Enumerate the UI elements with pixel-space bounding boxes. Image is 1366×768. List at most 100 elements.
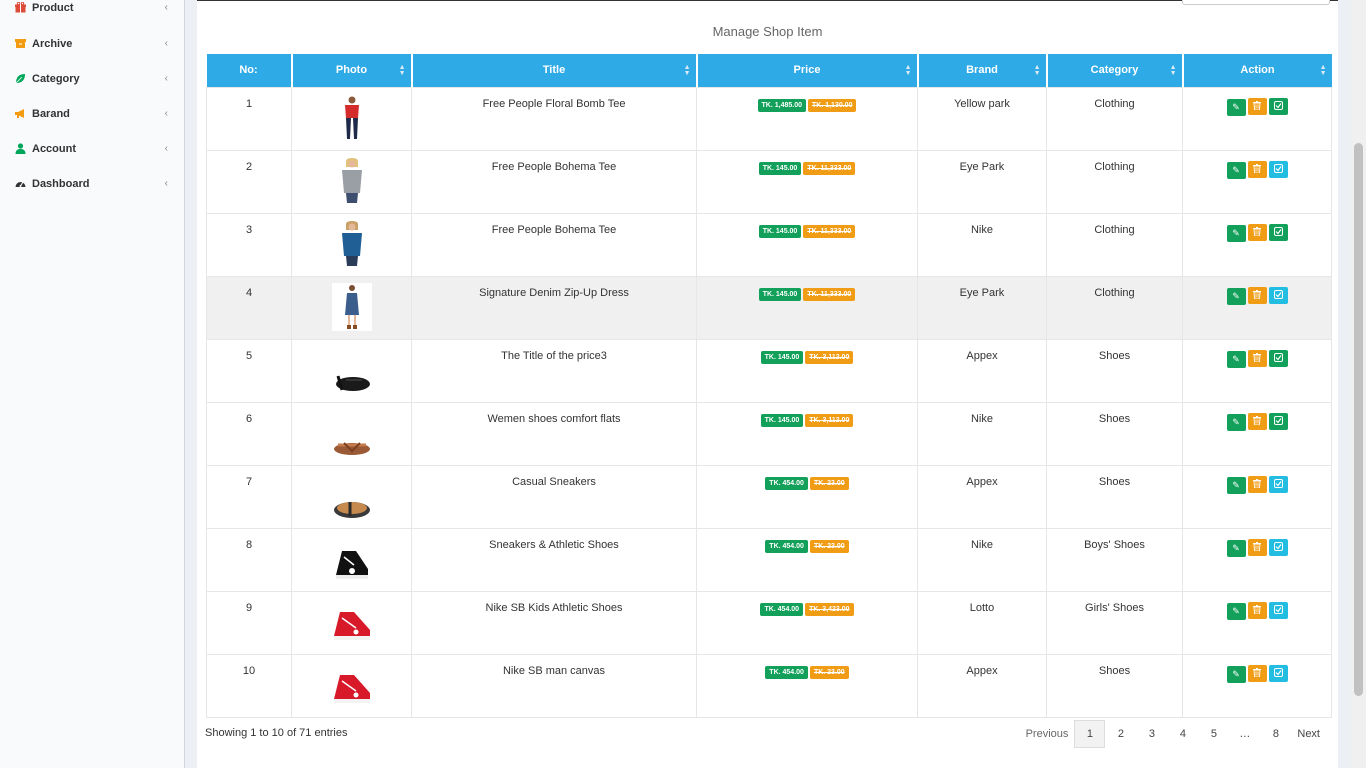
cell-photo [291, 338, 412, 403]
vertical-scrollbar[interactable] [1351, 0, 1366, 768]
delete-button[interactable] [1247, 412, 1267, 430]
column-header-brand[interactable]: Brand ▲ ▼ [917, 54, 1048, 87]
approve-button[interactable] [1268, 601, 1288, 619]
pagination: Previous 1 2 3 4 5 … 8 Next [1020, 720, 1326, 748]
page-button-5[interactable]: 5 [1198, 720, 1229, 748]
cell-title: The Title of the price3 [411, 338, 697, 403]
sidebar-item-label: Account [32, 142, 76, 155]
cell-photo [291, 401, 412, 466]
pencil-icon: ✎ [1232, 353, 1240, 364]
delete-button[interactable] [1247, 97, 1267, 115]
sidebar-item-account[interactable]: Account ‹ [0, 131, 184, 166]
cell-brand: Nike [917, 212, 1047, 277]
delete-button[interactable] [1247, 601, 1267, 619]
edit-button[interactable]: ✎ [1226, 413, 1246, 431]
column-header-no[interactable]: No: [206, 54, 293, 87]
old-price-badge: TK. 3,112.00 [805, 413, 854, 427]
edit-button[interactable]: ✎ [1226, 287, 1246, 305]
check-square-icon [1273, 352, 1283, 364]
column-header-action[interactable]: Action ▲ ▼ [1182, 54, 1332, 87]
cell-photo [291, 464, 412, 529]
sort-icon: ▲ ▼ [1319, 64, 1327, 77]
approve-button[interactable] [1268, 475, 1288, 493]
sidebar-item-product[interactable]: Product ‹ [0, 0, 184, 25]
approve-button[interactable] [1268, 538, 1288, 556]
sidebar-item-category[interactable]: Category ‹ [0, 61, 184, 96]
cell-no: 10 [206, 653, 292, 718]
delete-button[interactable] [1247, 538, 1267, 556]
sidebar-item-dashboard[interactable]: Dashboard ‹ [0, 166, 184, 201]
old-price-badge: TK. 23.00 [809, 539, 849, 553]
next-page-button[interactable]: Next [1291, 720, 1326, 748]
edit-button[interactable]: ✎ [1226, 476, 1246, 494]
trash-icon [1253, 289, 1261, 301]
bullhorn-icon [14, 108, 26, 120]
scrollbar-thumb[interactable] [1354, 143, 1363, 696]
page-button-4[interactable]: 4 [1167, 720, 1198, 748]
delete-button[interactable] [1247, 160, 1267, 178]
edit-button[interactable]: ✎ [1226, 161, 1246, 179]
check-square-icon [1273, 163, 1283, 175]
gift-icon [14, 2, 26, 14]
page-button-1[interactable]: 1 [1074, 720, 1106, 748]
cell-brand: Eye Park [917, 149, 1047, 214]
approve-button[interactable] [1268, 412, 1288, 430]
column-header-category[interactable]: Category ▲ ▼ [1046, 54, 1184, 87]
table-row: 6 Wemen shoes comfort flats TK. 145.00 TK. … [206, 401, 1332, 466]
column-header-label: Action [1240, 64, 1275, 77]
approve-button[interactable] [1268, 223, 1288, 241]
edit-button[interactable]: ✎ [1226, 602, 1246, 620]
pencil-icon: ✎ [1232, 542, 1240, 553]
previous-page-button[interactable]: Previous [1020, 720, 1075, 748]
column-header-photo[interactable]: Photo ▲ ▼ [291, 54, 413, 87]
delete-button[interactable] [1247, 664, 1267, 682]
cell-price: TK. 145.00 TK. 3,112.00 [696, 401, 918, 466]
sort-icon: ▲ ▼ [683, 64, 691, 77]
cell-price: TK. 454.00 TK. 3,423.00 [696, 590, 918, 655]
check-square-icon [1273, 289, 1283, 301]
edit-button[interactable]: ✎ [1226, 350, 1246, 368]
trash-icon [1253, 100, 1261, 112]
sidebar: Product ‹ Archive ‹ Category ‹ Barand ‹ … [0, 0, 185, 768]
approve-button[interactable] [1268, 160, 1288, 178]
chevron-left-icon: ‹ [164, 2, 168, 13]
table-info: Showing 1 to 10 of 71 entries [205, 727, 348, 739]
search-input[interactable] [1182, 0, 1330, 5]
sort-icon: ▲ ▼ [1033, 64, 1041, 77]
pencil-icon: ✎ [1232, 227, 1240, 238]
page-button-8[interactable]: 8 [1260, 720, 1291, 748]
edit-button[interactable]: ✎ [1226, 539, 1246, 557]
page-button-2[interactable]: 2 [1105, 720, 1136, 748]
sidebar-item-barand[interactable]: Barand ‹ [0, 96, 184, 131]
sidebar-item-label: Product [32, 1, 74, 14]
delete-button[interactable] [1247, 223, 1267, 241]
edit-button[interactable]: ✎ [1226, 665, 1246, 683]
column-header-title[interactable]: Title ▲ ▼ [411, 54, 698, 87]
approve-button[interactable] [1268, 349, 1288, 367]
sort-icon: ▲ ▼ [1169, 64, 1177, 77]
check-square-icon [1273, 478, 1283, 490]
edit-button[interactable]: ✎ [1226, 98, 1246, 116]
delete-button[interactable] [1247, 286, 1267, 304]
column-header-label: Title [542, 64, 566, 77]
column-header-price[interactable]: Price ▲ ▼ [696, 54, 919, 87]
delete-button[interactable] [1247, 475, 1267, 493]
cell-brand: Appex [917, 338, 1047, 403]
chevron-left-icon: ‹ [164, 143, 168, 154]
approve-button[interactable] [1268, 97, 1288, 115]
page-button-3[interactable]: 3 [1136, 720, 1167, 748]
edit-button[interactable]: ✎ [1226, 224, 1246, 242]
column-header-label: Brand [966, 64, 998, 77]
cell-action: ✎ [1182, 86, 1332, 151]
approve-button[interactable] [1268, 286, 1288, 304]
table-row: 10 Nike SB man canvas TK. 454.00 TK. 23.00 A… [206, 653, 1332, 718]
sidebar-item-label: Category [32, 72, 80, 85]
cell-title: Free People Floral Bomb Tee [411, 86, 697, 151]
approve-button[interactable] [1268, 664, 1288, 682]
cell-action: ✎ [1182, 464, 1332, 529]
price-badge: TK. 454.00 [765, 539, 808, 553]
delete-button[interactable] [1247, 349, 1267, 367]
sidebar-item-archive[interactable]: Archive ‹ [0, 26, 184, 61]
cell-category: Clothing [1046, 149, 1183, 214]
cell-price: TK. 454.00 TK. 23.00 [696, 527, 918, 592]
